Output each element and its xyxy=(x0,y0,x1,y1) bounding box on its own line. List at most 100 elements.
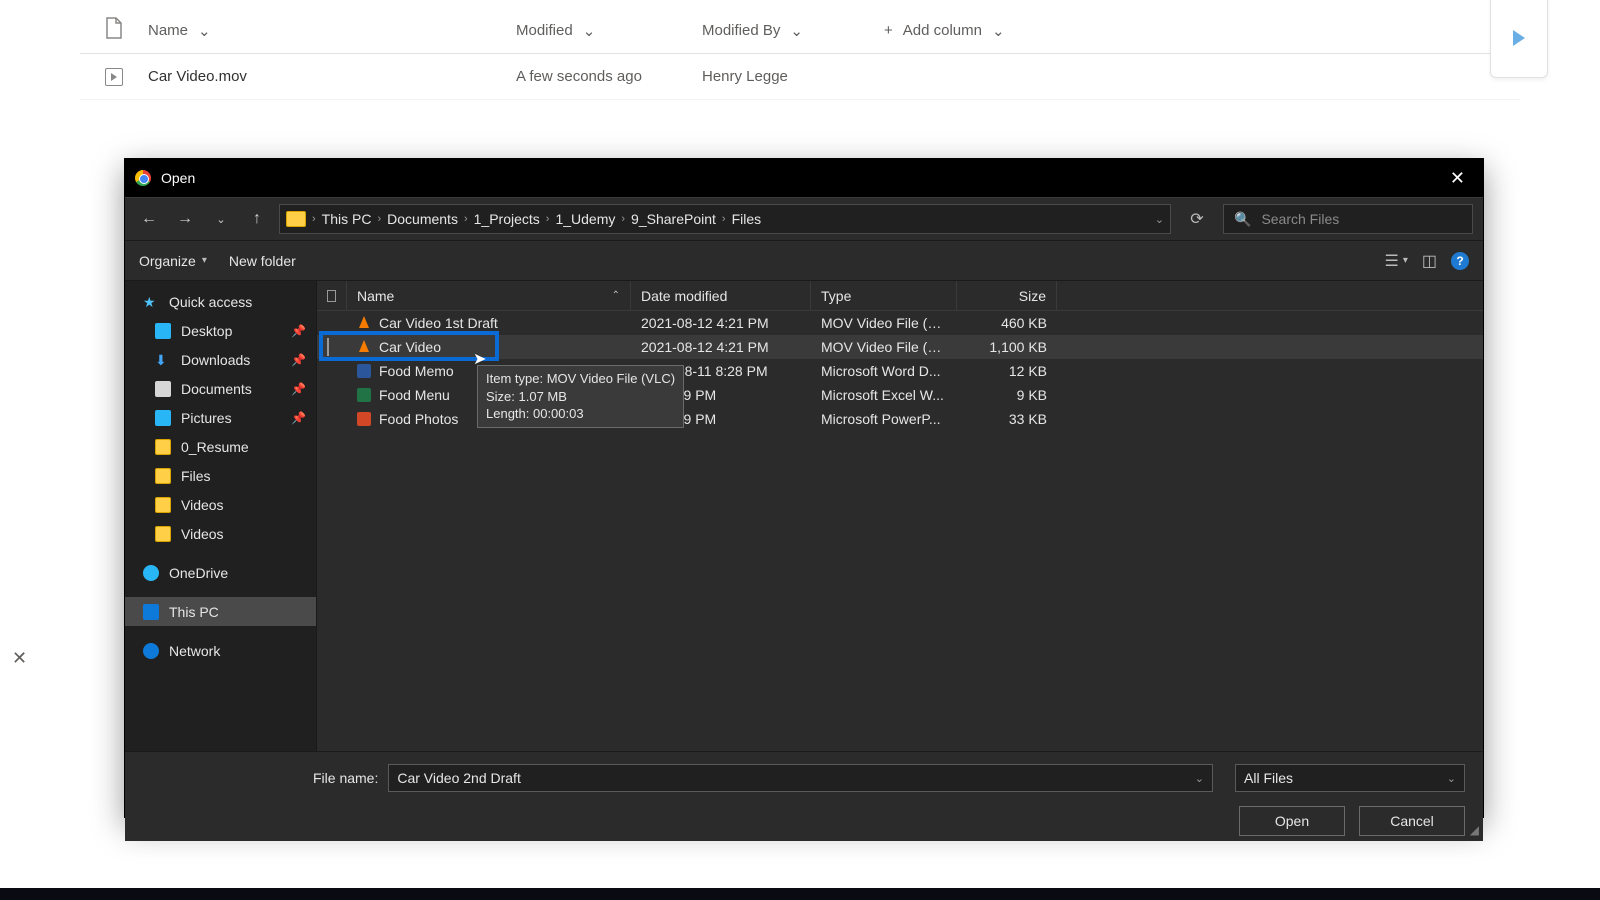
sidebar-folder-videos2[interactable]: Videos xyxy=(125,519,316,548)
crumb-documents[interactable]: Documents› xyxy=(387,211,467,227)
refresh-button[interactable]: ⟳ xyxy=(1179,204,1215,234)
sidebar-folder-videos1[interactable]: Videos xyxy=(125,490,316,519)
file-name[interactable]: Car Video.mov xyxy=(148,68,516,85)
chevron-down-icon: ▾ xyxy=(202,255,207,266)
chevron-down-icon: ⌄ xyxy=(583,22,596,40)
tooltip-line: Item type: MOV Video File (VLC) xyxy=(486,370,675,388)
header-size[interactable]: Size xyxy=(957,281,1057,310)
pin-icon: 📌 xyxy=(291,353,306,367)
breadcrumb-path[interactable]: › This PC› Documents› 1_Projects› 1_Udem… xyxy=(279,204,1171,234)
new-folder-button[interactable]: New folder xyxy=(229,253,296,269)
play-icon xyxy=(1513,30,1525,46)
sidebar-pictures[interactable]: Pictures📌 xyxy=(125,403,316,432)
sidebar-thispc[interactable]: This PC xyxy=(125,597,316,626)
dialog-sidebar: ★Quick access Desktop📌 ⬇Downloads📌 Docum… xyxy=(125,281,317,751)
filename-input[interactable]: Car Video 2nd Draft ⌄ xyxy=(388,764,1213,792)
view-mode-button[interactable]: ☰ ▾ xyxy=(1385,251,1408,271)
sidebar-documents[interactable]: Documents📌 xyxy=(125,374,316,403)
file-list-area: Name⌃ Date modified Type Size Car Video … xyxy=(317,281,1483,751)
excel-icon xyxy=(357,388,371,402)
header-name[interactable]: Name⌃ xyxy=(347,281,631,310)
pin-icon: 📌 xyxy=(291,382,306,396)
sidebar-downloads[interactable]: ⬇Downloads📌 xyxy=(125,345,316,374)
plus-icon: + xyxy=(884,22,893,39)
nav-up-button[interactable]: ↑ xyxy=(243,205,271,233)
row-checkbox[interactable] xyxy=(327,338,329,356)
header-type[interactable]: Type xyxy=(811,281,957,310)
sidebar-folder-files[interactable]: Files xyxy=(125,461,316,490)
crumb-projects[interactable]: 1_Projects› xyxy=(474,211,550,227)
filename-label: File name: xyxy=(313,770,378,786)
close-panel-button[interactable]: ✕ xyxy=(12,648,27,669)
sidebar-quick-access[interactable]: ★Quick access xyxy=(125,287,316,316)
folder-icon xyxy=(286,211,306,227)
sharepoint-header: Name⌄ Modified⌄ Modified By⌄ +Add column… xyxy=(80,8,1520,54)
taskbar[interactable] xyxy=(0,888,1600,900)
open-button[interactable]: Open xyxy=(1239,806,1345,836)
organize-button[interactable]: Organize▾ xyxy=(139,253,207,269)
col-add-label: Add column xyxy=(903,22,982,39)
chevron-right-icon: › xyxy=(312,213,316,225)
open-file-dialog: Open ✕ ← → ⌄ ↑ › This PC› Documents› 1_P… xyxy=(124,158,1484,818)
crumb-files[interactable]: Files xyxy=(732,211,762,227)
nav-back-button[interactable]: ← xyxy=(135,205,163,233)
file-list-header: Name⌃ Date modified Type Size xyxy=(317,281,1483,311)
dialog-footer: File name: Car Video 2nd Draft ⌄ All Fil… xyxy=(125,751,1483,841)
nav-forward-button[interactable]: → xyxy=(171,205,199,233)
sharepoint-row[interactable]: Car Video.mov A few seconds ago Henry Le… xyxy=(80,54,1520,100)
chevron-down-icon[interactable]: ⌄ xyxy=(1195,772,1204,785)
folder-icon xyxy=(155,468,171,484)
pin-icon: 📌 xyxy=(291,324,306,338)
pictures-icon xyxy=(155,410,171,426)
star-icon: ★ xyxy=(143,294,159,310)
crumb-udemy[interactable]: 1_Udemy› xyxy=(555,211,625,227)
search-placeholder: Search Files xyxy=(1261,211,1339,227)
tooltip-line: Size: 1.07 MB xyxy=(486,388,675,406)
col-modifiedby[interactable]: Modified By⌄ xyxy=(702,22,884,40)
cancel-button[interactable]: Cancel xyxy=(1359,806,1465,836)
dialog-titlebar: Open ✕ xyxy=(125,159,1483,197)
folder-icon xyxy=(155,497,171,513)
file-type-filter[interactable]: All Files ⌄ xyxy=(1235,764,1465,792)
sidebar-onedrive[interactable]: OneDrive xyxy=(125,558,316,587)
dialog-nav-row: ← → ⌄ ↑ › This PC› Documents› 1_Projects… xyxy=(125,197,1483,241)
crumb-sharepoint[interactable]: 9_SharePoint› xyxy=(631,211,726,227)
folder-icon xyxy=(155,439,171,455)
nav-recent-button[interactable]: ⌄ xyxy=(207,205,235,233)
vlc-icon xyxy=(357,340,371,354)
powerpoint-icon xyxy=(357,412,371,426)
chrome-icon xyxy=(135,170,151,186)
col-add[interactable]: +Add column⌄ xyxy=(884,22,1084,40)
sidebar-network[interactable]: Network xyxy=(125,636,316,665)
tooltip-line: Length: 00:00:03 xyxy=(486,405,675,423)
preview-pane-button[interactable]: ◫ xyxy=(1422,251,1437,271)
col-name[interactable]: Name⌄ xyxy=(148,22,516,40)
col-modified[interactable]: Modified⌄ xyxy=(516,22,702,40)
network-icon xyxy=(143,643,159,659)
dialog-body: ★Quick access Desktop📌 ⬇Downloads📌 Docum… xyxy=(125,281,1483,751)
col-name-label: Name xyxy=(148,22,188,39)
resize-grip[interactable]: ◢ xyxy=(1470,823,1479,837)
cloud-icon xyxy=(143,565,159,581)
path-dropdown-button[interactable]: ⌄ xyxy=(1155,213,1164,226)
help-button[interactable]: ? xyxy=(1451,252,1469,270)
pin-icon: 📌 xyxy=(291,411,306,425)
file-modified: A few seconds ago xyxy=(516,68,702,85)
chevron-down-icon: ⌄ xyxy=(1447,772,1456,785)
search-input[interactable]: 🔍 Search Files xyxy=(1223,204,1473,234)
dialog-close-button[interactable]: ✕ xyxy=(1442,164,1473,193)
sidebar-folder-resume[interactable]: 0_Resume xyxy=(125,432,316,461)
preview-play-button[interactable] xyxy=(1490,0,1548,78)
file-row-selected[interactable]: Car Video 2021-08-12 4:21 PM MOV Video F… xyxy=(317,335,1483,359)
sidebar-desktop[interactable]: Desktop📌 xyxy=(125,316,316,345)
file-type-icon xyxy=(80,68,148,86)
chevron-down-icon: ⌄ xyxy=(790,22,803,40)
header-date[interactable]: Date modified xyxy=(631,281,811,310)
header-checkbox[interactable] xyxy=(317,281,347,310)
file-row[interactable]: Car Video 1st Draft 2021-08-12 4:21 PM M… xyxy=(317,311,1483,335)
sharepoint-list: Name⌄ Modified⌄ Modified By⌄ +Add column… xyxy=(0,0,1600,100)
search-icon: 🔍 xyxy=(1234,211,1251,228)
vlc-icon xyxy=(357,316,371,330)
cursor-icon: ➤ xyxy=(473,349,486,369)
crumb-thispc[interactable]: This PC› xyxy=(322,211,381,227)
